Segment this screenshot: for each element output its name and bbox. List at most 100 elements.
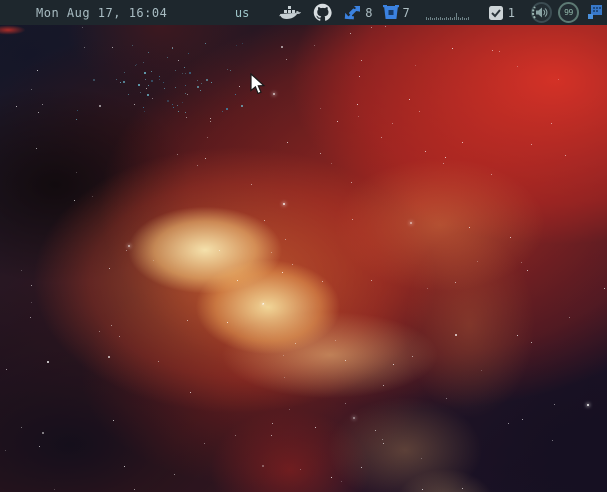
star (345, 359, 347, 361)
star (31, 301, 33, 303)
star (39, 445, 41, 447)
cyan-star (143, 107, 145, 109)
star (445, 397, 447, 399)
clock[interactable]: Mon Aug 17, 16:04 (36, 6, 167, 20)
star (498, 51, 500, 53)
star (282, 272, 284, 274)
cyan-star (229, 69, 231, 71)
star (36, 69, 38, 71)
star (565, 155, 567, 157)
cyan-star (163, 87, 165, 89)
star (314, 45, 316, 47)
cyan-star (210, 81, 212, 83)
star (452, 48, 454, 50)
star (218, 249, 220, 251)
star (92, 195, 94, 197)
volume-knob[interactable] (531, 2, 552, 23)
star (197, 164, 199, 166)
tray-tiles-module[interactable] (587, 4, 603, 21)
star (73, 200, 75, 202)
cyan-star (240, 105, 243, 108)
cyan-star (140, 92, 142, 94)
sync-module[interactable]: 8 (344, 5, 373, 20)
star (391, 122, 393, 124)
star (99, 104, 102, 107)
cyan-star (151, 80, 154, 83)
star (272, 423, 274, 425)
cyan-star (166, 57, 168, 59)
star (299, 469, 301, 471)
cyan-star (135, 65, 137, 67)
star (204, 443, 206, 445)
star (521, 262, 523, 264)
mouse-arrow-cursor (250, 73, 266, 95)
star (517, 65, 519, 67)
star (286, 141, 288, 143)
star (551, 122, 553, 124)
cyan-star (122, 81, 125, 84)
cyan-star (242, 42, 244, 44)
star (414, 64, 416, 66)
star (409, 221, 412, 224)
star (124, 465, 126, 467)
tasks-module[interactable]: 1 (488, 5, 515, 21)
cpu-usage-graph[interactable] (425, 5, 474, 20)
star (375, 430, 377, 432)
star (209, 117, 211, 119)
bucket-count: 7 (402, 5, 410, 20)
cyan-star (171, 48, 173, 50)
star (190, 392, 192, 394)
star (412, 355, 414, 357)
star (273, 93, 276, 96)
star (569, 317, 571, 319)
bucket-module[interactable]: 7 (382, 5, 410, 20)
status-bar: Mon Aug 17, 16:04 us 8 7 1 99 (0, 0, 607, 25)
star (335, 340, 337, 342)
star (134, 488, 136, 490)
cyan-star (205, 78, 208, 81)
battery-indicator[interactable]: 99 (558, 2, 579, 23)
cyan-star (143, 72, 146, 75)
star (553, 404, 555, 406)
star (186, 93, 188, 95)
cyan-star (185, 112, 187, 114)
star (351, 182, 353, 184)
docker-module[interactable] (279, 5, 302, 21)
star (461, 142, 463, 144)
star (295, 343, 297, 345)
star (331, 476, 333, 478)
star (31, 284, 33, 286)
star (47, 361, 50, 364)
star (393, 364, 395, 366)
keyboard-layout-indicator[interactable]: us (235, 6, 249, 20)
star (358, 115, 360, 117)
cyan-star (226, 68, 228, 70)
star (30, 317, 32, 319)
star (551, 439, 553, 441)
star (421, 489, 423, 491)
cyan-star (205, 42, 207, 44)
star (337, 120, 339, 122)
star (359, 75, 361, 77)
star (234, 434, 236, 436)
star (352, 218, 354, 220)
star (587, 404, 590, 407)
volume-level-arc (532, 6, 536, 19)
cyan-star (143, 111, 145, 113)
star (604, 287, 606, 289)
star (236, 279, 238, 281)
cyan-star (131, 44, 133, 46)
star (284, 239, 286, 241)
star (238, 86, 240, 88)
star (409, 98, 411, 100)
star (109, 267, 111, 269)
star (476, 260, 478, 262)
cyan-star (148, 52, 150, 54)
cyan-star (159, 76, 161, 78)
star (21, 427, 23, 429)
star (455, 281, 457, 283)
star (526, 270, 528, 272)
github-module[interactable] (313, 3, 332, 22)
sync-count: 8 (365, 5, 373, 20)
star (263, 220, 265, 222)
